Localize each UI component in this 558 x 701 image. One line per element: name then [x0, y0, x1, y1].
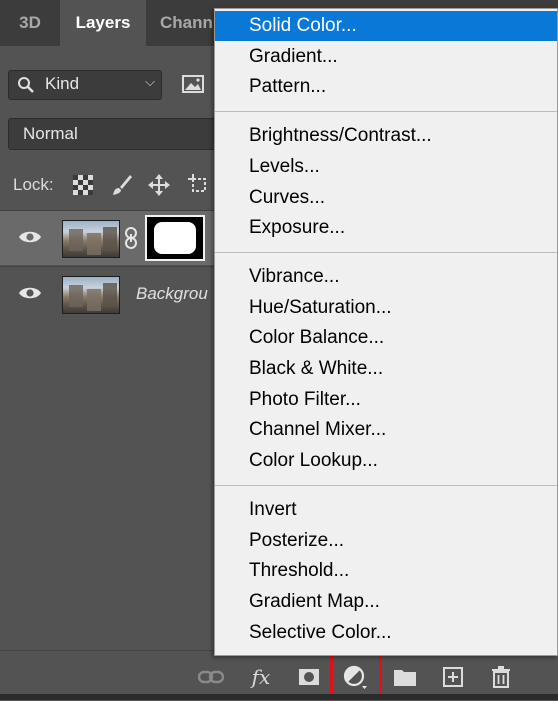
- menu-item-color-balance[interactable]: Color Balance...: [215, 323, 557, 353]
- menu-item-brightness-contrast[interactable]: Brightness/Contrast...: [215, 121, 557, 151]
- lock-image-pixels-brush-icon[interactable]: [108, 172, 134, 198]
- menu-item-threshold[interactable]: Threshold...: [215, 556, 557, 586]
- menu-item-posterize[interactable]: Posterize...: [215, 526, 557, 556]
- visibility-eye-icon[interactable]: [18, 285, 42, 301]
- menu-item-photo-filter[interactable]: Photo Filter...: [215, 385, 557, 415]
- menu-item-hue-saturation[interactable]: Hue/Saturation...: [215, 293, 557, 323]
- menu-separator: [215, 484, 557, 486]
- menu-item-vibrance[interactable]: Vibrance...: [215, 262, 557, 292]
- new-layer-icon[interactable]: [438, 663, 468, 691]
- layer-name: Backgrou: [136, 284, 208, 303]
- menu-item-black-white[interactable]: Black & White...: [215, 354, 557, 384]
- blend-mode-value: Normal: [23, 124, 78, 143]
- menu-item-pattern[interactable]: Pattern...: [215, 72, 557, 102]
- menu-separator: [215, 251, 557, 253]
- layer-mask-thumbnail[interactable]: [145, 215, 205, 261]
- blend-mode-dropdown[interactable]: Normal: [8, 118, 240, 150]
- fx-icon[interactable]: fx: [246, 663, 276, 691]
- chevron-down-icon: ⌵: [145, 74, 155, 89]
- visibility-eye-icon[interactable]: [18, 229, 42, 245]
- menu-item-color-lookup[interactable]: Color Lookup...: [215, 446, 557, 476]
- lock-transparent-pixels-icon[interactable]: [70, 172, 96, 198]
- menu-item-channel-mixer[interactable]: Channel Mixer...: [215, 415, 557, 445]
- menu-item-levels[interactable]: Levels...: [215, 152, 557, 182]
- mask-link-chain-icon[interactable]: [124, 227, 138, 249]
- search-icon: [18, 77, 34, 93]
- menu-item-gradient-map[interactable]: Gradient Map...: [215, 587, 557, 617]
- add-mask-icon[interactable]: [294, 663, 324, 691]
- menu-item-curves[interactable]: Curves...: [215, 183, 557, 213]
- filter-kind-label: Kind: [45, 74, 80, 93]
- menu-item-exposure[interactable]: Exposure...: [215, 213, 557, 243]
- menu-item-invert[interactable]: Invert: [215, 495, 557, 525]
- fx-label: fx: [251, 665, 271, 689]
- delete-trash-icon[interactable]: [486, 663, 516, 691]
- lock-position-move-icon[interactable]: [146, 172, 172, 198]
- menu-item-gradient[interactable]: Gradient...: [215, 42, 557, 72]
- menu-item-selective-color[interactable]: Selective Color...: [215, 618, 557, 648]
- image-filter-icon[interactable]: [178, 70, 208, 98]
- tab-3d[interactable]: 3D: [0, 0, 60, 46]
- tab-channels[interactable]: Chann: [160, 0, 213, 46]
- adjustment-layer-menu: Solid Color... Gradient... Pattern... Brigh…: [214, 8, 558, 656]
- bottom-edge: [0, 694, 558, 700]
- lock-artboard-icon[interactable]: [186, 172, 212, 198]
- lock-label: Lock:: [13, 175, 54, 194]
- layer-thumbnail: [62, 276, 120, 314]
- filter-kind-dropdown[interactable]: Kind ⌵: [8, 70, 162, 100]
- layer-thumbnail: [62, 220, 120, 258]
- menu-separator: [215, 111, 557, 113]
- menu-item-solid-color[interactable]: Solid Color...: [215, 11, 557, 41]
- adjustment-button-callout: [330, 652, 382, 698]
- link-layers-icon[interactable]: [196, 663, 226, 691]
- new-group-folder-icon[interactable]: [390, 663, 420, 691]
- tab-layers[interactable]: Layers: [60, 0, 146, 46]
